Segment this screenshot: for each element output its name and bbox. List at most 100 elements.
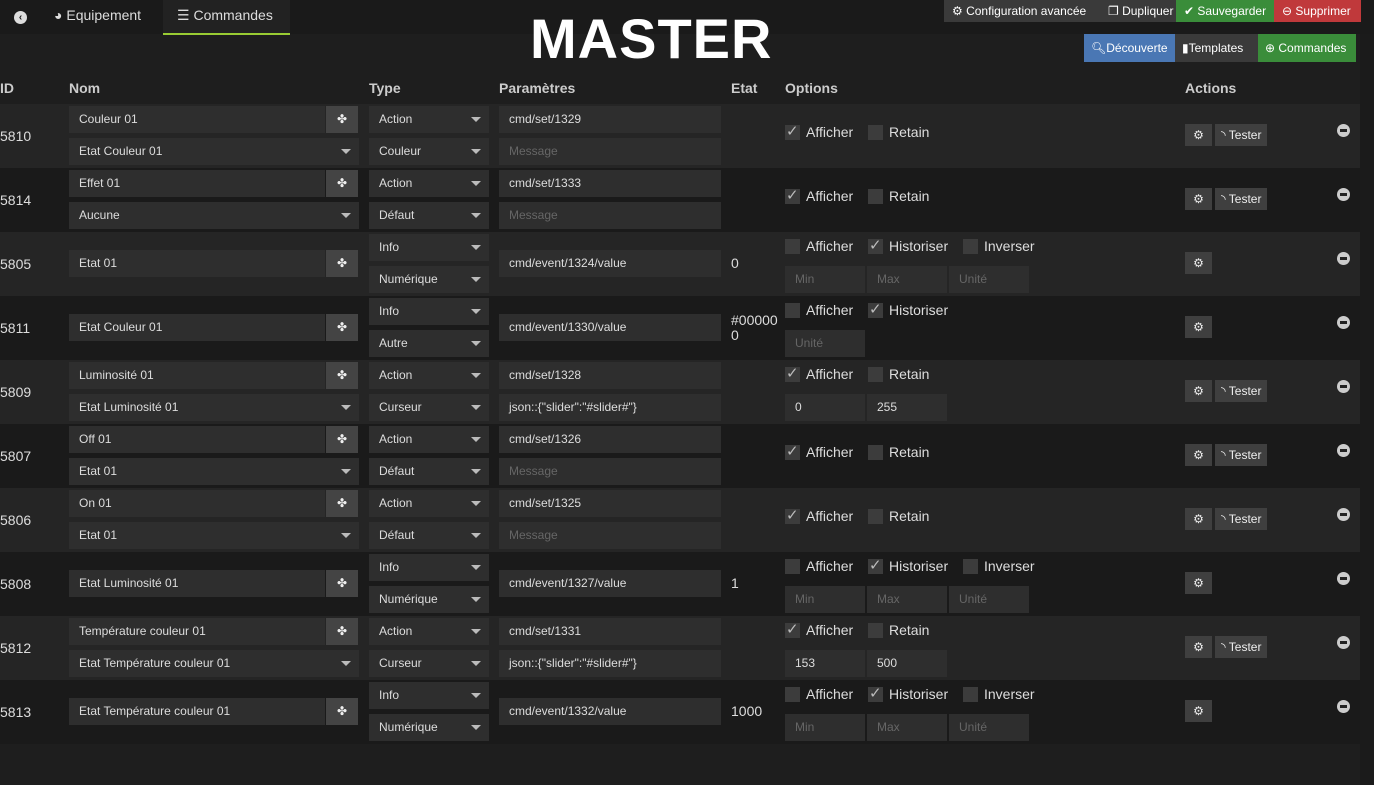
command-name-input[interactable]: Température couleur 01 [69, 618, 325, 645]
remove-command-icon[interactable] [1337, 124, 1350, 137]
message-input[interactable]: Message [499, 138, 721, 165]
value-select[interactable]: Aucune [69, 202, 359, 229]
icon-picker-button[interactable]: ✤ [326, 170, 358, 197]
subtype-select[interactable]: Autre [369, 330, 489, 357]
topic-input[interactable]: cmd/event/1327/value [499, 570, 721, 597]
icon-picker-button[interactable]: ✤ [326, 570, 358, 597]
command-name-input[interactable]: Effet 01 [69, 170, 325, 197]
command-name-input[interactable]: Couleur 01 [69, 106, 325, 133]
subtype-select[interactable]: Curseur [369, 394, 489, 421]
subtype-select[interactable]: Curseur [369, 650, 489, 677]
tab-commandes[interactable]: ☰ Commandes [163, 0, 290, 35]
delete-button[interactable]: ⊖ Supprimer [1274, 0, 1361, 22]
test-button[interactable]: ◝ Tester [1215, 380, 1268, 402]
message-input[interactable]: json::{"slider":"#slider#"} [499, 394, 721, 421]
unit-input[interactable]: Unité [949, 266, 1029, 293]
historiser-checkbox[interactable]: Historiser [868, 556, 948, 574]
checkbox-box[interactable] [868, 366, 883, 382]
configure-button[interactable]: ⚙ [1185, 700, 1212, 722]
historiser-checkbox[interactable]: Historiser [868, 300, 948, 318]
icon-picker-button[interactable]: ✤ [326, 618, 358, 645]
subtype-select[interactable]: Défaut [369, 522, 489, 549]
checkbox-box[interactable] [785, 238, 800, 254]
retain-checkbox[interactable]: Retain [868, 444, 929, 460]
remove-command-icon[interactable] [1337, 700, 1350, 713]
topic-input[interactable]: cmd/event/1324/value [499, 250, 721, 277]
type-select[interactable]: Action [369, 618, 489, 645]
configure-button[interactable]: ⚙ [1185, 316, 1212, 338]
historiser-checkbox[interactable]: Historiser [868, 236, 948, 254]
checkbox-box[interactable] [785, 302, 800, 318]
checkbox-box[interactable] [963, 238, 978, 254]
duplicate-button[interactable]: ❐ Dupliquer [1100, 0, 1176, 22]
subtype-select[interactable]: Défaut [369, 458, 489, 485]
inverser-checkbox[interactable]: Inverser [963, 686, 1035, 702]
save-button[interactable]: ✔ Sauvegarder [1176, 0, 1274, 22]
inverser-checkbox[interactable]: Inverser [963, 238, 1035, 254]
checkbox-box[interactable] [785, 620, 800, 638]
checkbox-box[interactable] [785, 558, 800, 574]
add-command-button[interactable]: ⊕ Commandes [1258, 34, 1356, 62]
command-name-input[interactable]: Etat Luminosité 01 [69, 570, 325, 597]
test-button[interactable]: ◝ Tester [1215, 188, 1268, 210]
checkbox-box[interactable] [785, 364, 800, 382]
retain-checkbox[interactable]: Retain [868, 124, 929, 140]
command-name-input[interactable]: Etat Couleur 01 [69, 314, 325, 341]
message-input[interactable]: json::{"slider":"#slider#"} [499, 650, 721, 677]
topic-input[interactable]: cmd/event/1330/value [499, 314, 721, 341]
min-input[interactable]: 0 [785, 394, 865, 421]
retain-checkbox[interactable]: Retain [868, 622, 929, 638]
unit-input[interactable]: Unité [949, 586, 1029, 613]
subtype-select[interactable]: Numérique [369, 586, 489, 613]
afficher-checkbox[interactable]: Afficher [785, 122, 853, 140]
subtype-select[interactable]: Numérique [369, 714, 489, 741]
configure-button[interactable]: ⚙ [1185, 444, 1212, 466]
checkbox-box[interactable] [868, 300, 883, 318]
type-select[interactable]: Info [369, 554, 489, 581]
checkbox-box[interactable] [963, 686, 978, 702]
type-select[interactable]: Action [369, 362, 489, 389]
inverser-checkbox[interactable]: Inverser [963, 558, 1035, 574]
type-select[interactable]: Info [369, 234, 489, 261]
subtype-select[interactable]: Couleur [369, 138, 489, 165]
test-button[interactable]: ◝ Tester [1215, 124, 1268, 146]
max-input[interactable]: Max [867, 266, 947, 293]
discovery-button[interactable]: 🔍︎Découverte [1084, 34, 1175, 62]
max-input[interactable]: 255 [867, 394, 947, 421]
checkbox-box[interactable] [868, 622, 883, 638]
value-select[interactable]: Etat 01 [69, 522, 359, 549]
max-input[interactable]: Max [867, 714, 947, 741]
checkbox-box[interactable] [785, 122, 800, 140]
checkbox-box[interactable] [785, 686, 800, 702]
remove-command-icon[interactable] [1337, 188, 1350, 201]
afficher-checkbox[interactable]: Afficher [785, 620, 853, 638]
templates-button[interactable]: ▮Templates [1175, 34, 1258, 62]
scrollbar[interactable] [1360, 34, 1374, 785]
icon-picker-button[interactable]: ✤ [326, 698, 358, 725]
topic-input[interactable]: cmd/set/1325 [499, 490, 721, 517]
afficher-checkbox[interactable]: Afficher [785, 686, 853, 702]
checkbox-box[interactable] [785, 506, 800, 524]
topic-input[interactable]: cmd/event/1332/value [499, 698, 721, 725]
checkbox-box[interactable] [963, 558, 978, 574]
afficher-checkbox[interactable]: Afficher [785, 186, 853, 204]
checkbox-box[interactable] [868, 508, 883, 524]
topic-input[interactable]: cmd/set/1326 [499, 426, 721, 453]
remove-command-icon[interactable] [1337, 252, 1350, 265]
afficher-checkbox[interactable]: Afficher [785, 558, 853, 574]
retain-checkbox[interactable]: Retain [868, 508, 929, 524]
configure-button[interactable]: ⚙ [1185, 380, 1212, 402]
topic-input[interactable]: cmd/set/1331 [499, 618, 721, 645]
value-select[interactable]: Etat 01 [69, 458, 359, 485]
command-name-input[interactable]: Etat Température couleur 01 [69, 698, 325, 725]
topic-input[interactable]: cmd/set/1329 [499, 106, 721, 133]
icon-picker-button[interactable]: ✤ [326, 362, 358, 389]
value-select[interactable]: Etat Couleur 01 [69, 138, 359, 165]
configure-button[interactable]: ⚙ [1185, 572, 1212, 594]
message-input[interactable]: Message [499, 522, 721, 549]
icon-picker-button[interactable]: ✤ [326, 314, 358, 341]
test-button[interactable]: ◝ Tester [1215, 636, 1268, 658]
configure-button[interactable]: ⚙ [1185, 636, 1212, 658]
type-select[interactable]: Action [369, 426, 489, 453]
subtype-select[interactable]: Numérique [369, 266, 489, 293]
